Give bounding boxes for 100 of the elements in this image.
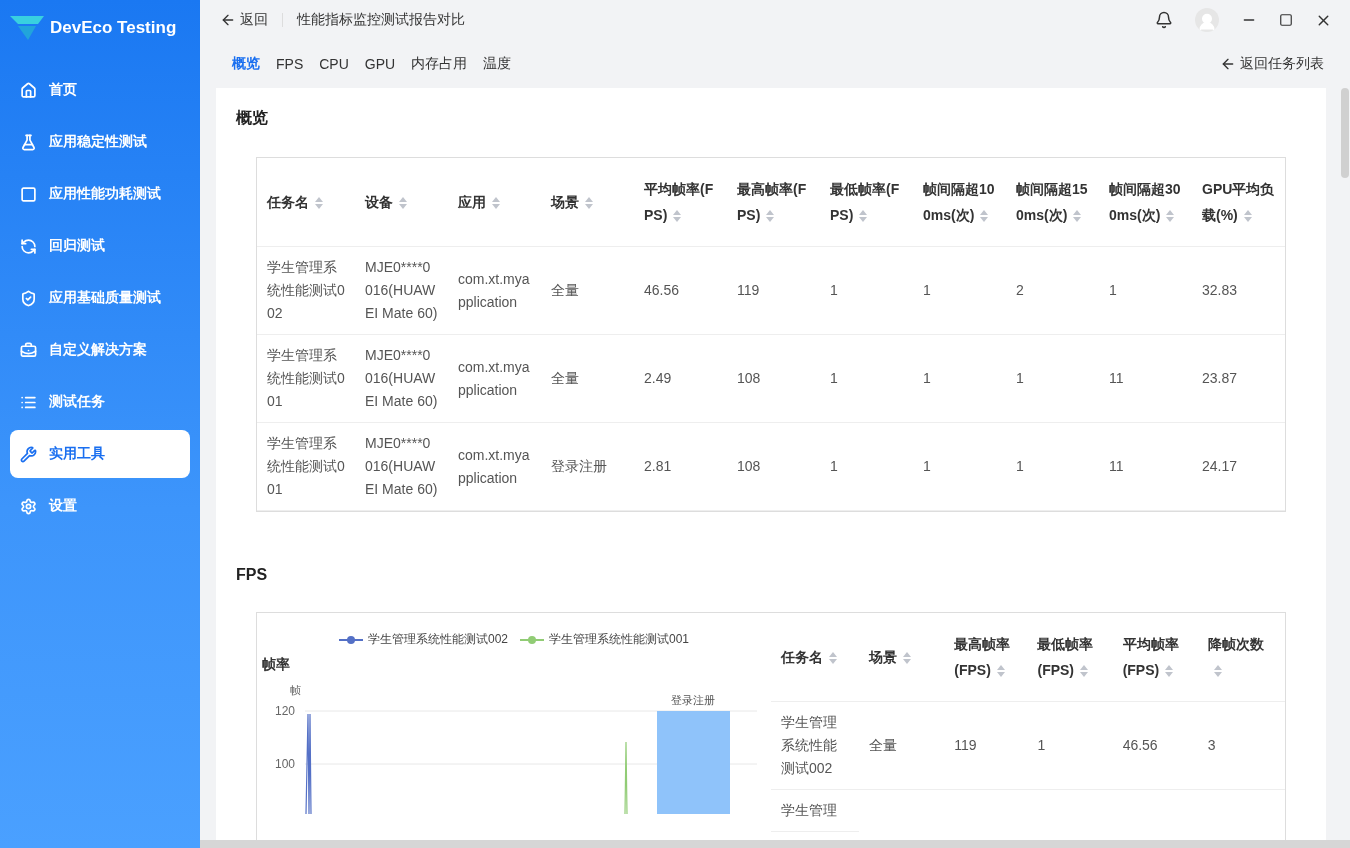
bell-icon[interactable] bbox=[1155, 11, 1173, 29]
column-header[interactable]: 帧间隔超100ms(次) bbox=[913, 158, 1006, 247]
legend-item[interactable]: 学生管理系统性能测试002 bbox=[338, 631, 508, 648]
table-cell: com.xt.myapplication bbox=[448, 334, 541, 423]
column-header[interactable]: 场景 bbox=[859, 613, 945, 702]
refresh-icon bbox=[20, 237, 37, 255]
table-cell: 学生管理系统性能测试002 bbox=[771, 701, 860, 790]
column-header[interactable]: 任务名 bbox=[257, 158, 355, 247]
sort-icon[interactable] bbox=[399, 197, 407, 210]
table-cell: 46.56 bbox=[1112, 701, 1198, 790]
table-cell: 1 bbox=[913, 422, 1006, 511]
column-header[interactable]: 最高帧率(FPS) bbox=[727, 158, 820, 247]
sort-icon[interactable] bbox=[1243, 210, 1252, 223]
sidebar-item[interactable]: 实用工具 bbox=[10, 430, 190, 478]
table-cell: 1 bbox=[820, 334, 913, 423]
sort-icon[interactable] bbox=[673, 210, 682, 223]
table-cell: 23.87 bbox=[1192, 334, 1285, 423]
axis-unit: 帧 bbox=[289, 684, 301, 696]
tab[interactable]: 内存占用 bbox=[411, 55, 468, 73]
sort-icon[interactable] bbox=[1165, 665, 1174, 678]
column-header[interactable]: 最低帧率(FPS) bbox=[1027, 613, 1113, 702]
table-cell: 全量 bbox=[859, 701, 945, 790]
sidebar-item[interactable]: 首页 bbox=[10, 66, 190, 114]
tab[interactable]: CPU bbox=[319, 56, 349, 72]
table-cell: 108 bbox=[727, 422, 820, 511]
sort-icon[interactable] bbox=[859, 210, 868, 223]
table-cell: 46.56 bbox=[634, 246, 727, 335]
column-header[interactable]: GPU平均负载(%) bbox=[1192, 158, 1285, 247]
sort-icon[interactable] bbox=[766, 210, 775, 223]
table-cell: 1 bbox=[820, 422, 913, 511]
table-cell: 1 bbox=[820, 246, 913, 335]
table-cell: MJE0****0016(HUAWEI Mate 60) bbox=[355, 334, 448, 423]
sort-icon[interactable] bbox=[1166, 210, 1175, 223]
sidebar-item[interactable]: 应用稳定性测试 bbox=[10, 118, 190, 166]
tab[interactable]: GPU bbox=[364, 56, 396, 72]
sidebar-item[interactable]: 应用性能功耗测试 bbox=[10, 170, 190, 218]
column-header[interactable]: 平均帧率(FPS) bbox=[634, 158, 727, 247]
sort-icon[interactable] bbox=[1213, 665, 1222, 678]
sort-icon[interactable] bbox=[1073, 210, 1082, 223]
axis-tick-label: 120 bbox=[274, 704, 295, 718]
chart-title: 帧率 bbox=[262, 656, 291, 674]
table-cell: com.xt.myapplication bbox=[448, 246, 541, 335]
table-cell: 全量 bbox=[541, 246, 634, 335]
column-header[interactable]: 平均帧率(FPS) bbox=[1112, 613, 1198, 702]
sort-icon[interactable] bbox=[903, 652, 912, 665]
column-header[interactable]: 帧间隔超150ms(次) bbox=[1006, 158, 1099, 247]
sort-icon[interactable] bbox=[1080, 665, 1089, 678]
legend-item[interactable]: 学生管理系统性能测试001 bbox=[520, 631, 690, 648]
table-cell: 108 bbox=[727, 334, 820, 423]
sort-icon[interactable] bbox=[492, 197, 500, 210]
column-header[interactable]: 降帧次数 bbox=[1197, 613, 1285, 702]
column-header[interactable]: 任务名 bbox=[771, 613, 860, 702]
sort-icon[interactable] bbox=[996, 665, 1005, 678]
sort-icon[interactable] bbox=[585, 197, 593, 210]
sort-icon[interactable] bbox=[315, 197, 323, 210]
section-title: 概览 bbox=[236, 108, 269, 128]
table-cell: 119 bbox=[944, 701, 1028, 790]
back-arrow-icon bbox=[1220, 56, 1236, 72]
table-cell: 学生管理 bbox=[771, 789, 860, 832]
logo-icon bbox=[10, 14, 44, 42]
back-to-list-link[interactable]: 返回任务列表 bbox=[1220, 55, 1324, 73]
table-cell: 1 bbox=[1027, 701, 1113, 790]
table-cell: 2.49 bbox=[634, 334, 727, 423]
shield-check-icon bbox=[20, 289, 37, 307]
horizontal-scrollbar[interactable] bbox=[200, 840, 1350, 848]
back-link[interactable]: 返回 bbox=[220, 11, 268, 29]
table-cell: 1 bbox=[1006, 422, 1099, 511]
tab[interactable]: FPS bbox=[276, 56, 304, 72]
column-header[interactable]: 应用 bbox=[448, 158, 541, 247]
column-header[interactable]: 最低帧率(FPS) bbox=[820, 158, 913, 247]
wrench-icon bbox=[20, 445, 37, 463]
sort-icon[interactable] bbox=[829, 652, 837, 665]
flask-icon bbox=[20, 133, 37, 151]
table-cell: 11 bbox=[1099, 422, 1192, 511]
column-header[interactable]: 帧间隔超300ms(次) bbox=[1099, 158, 1192, 247]
column-header[interactable]: 设备 bbox=[355, 158, 448, 247]
app-name: DevEco Testing bbox=[50, 18, 177, 38]
column-header[interactable]: 场景 bbox=[541, 158, 634, 247]
table-cell: 3 bbox=[1197, 701, 1285, 790]
table-cell: 1 bbox=[913, 246, 1006, 335]
vertical-scrollbar[interactable] bbox=[1341, 88, 1349, 178]
table-cell: 学生管理系统性能测试002 bbox=[257, 246, 355, 335]
maximize-icon[interactable] bbox=[1279, 13, 1293, 27]
avatar-icon[interactable] bbox=[1195, 8, 1219, 32]
table-cell: 119 bbox=[727, 246, 820, 335]
table-cell: 1 bbox=[1099, 246, 1192, 335]
axis-tick-label: 100 bbox=[274, 757, 295, 771]
table-cell: com.xt.myapplication bbox=[448, 422, 541, 511]
tab[interactable]: 概览 bbox=[232, 55, 260, 73]
table-cell: 全量 bbox=[541, 334, 634, 423]
home-icon bbox=[20, 81, 37, 99]
tab[interactable]: 温度 bbox=[483, 55, 512, 73]
table-cell: 24.17 bbox=[1192, 422, 1285, 511]
sort-icon[interactable] bbox=[980, 210, 989, 223]
table-cell: 学生管理系统性能测试001 bbox=[257, 422, 355, 511]
square-icon bbox=[20, 185, 37, 203]
table-cell: 1 bbox=[913, 334, 1006, 423]
sidebar-item[interactable]: 回归测试 bbox=[10, 222, 190, 270]
column-header[interactable]: 最高帧率(FPS) bbox=[944, 613, 1028, 702]
table-cell: 11 bbox=[1099, 334, 1192, 423]
